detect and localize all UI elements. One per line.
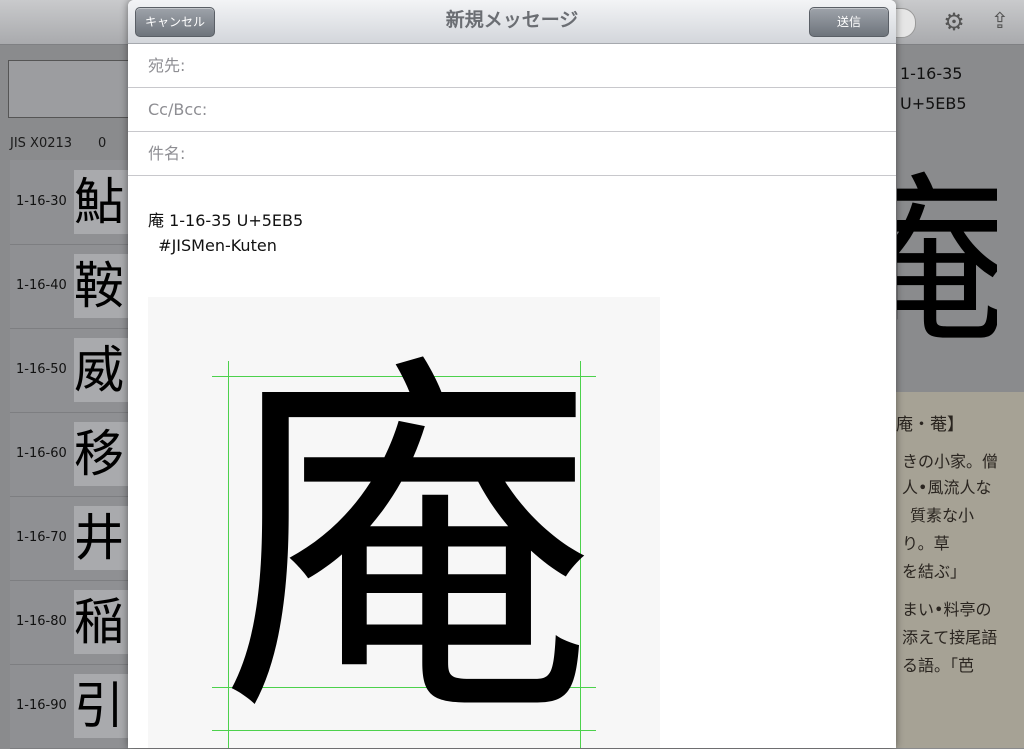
cancel-button[interactable]: キャンセル (135, 7, 215, 37)
row-code: 1-16-70 (16, 530, 67, 545)
dictionary-line: 添えて接尾語 (902, 628, 998, 647)
plane-count-label: 0 (98, 136, 107, 151)
row-glyph: 井 (74, 506, 134, 570)
row-glyph: 引 (74, 674, 134, 738)
detail-unicode: U+5EB5 (900, 94, 967, 113)
to-label: 宛先: (148, 56, 186, 75)
list-item[interactable]: 1-16-40 鞍 (10, 244, 134, 329)
cc-bcc-field[interactable]: Cc/Bcc: (128, 88, 896, 132)
compose-navbar: キャンセル 新規メッセージ 送信 (128, 0, 896, 44)
to-field[interactable]: 宛先: (128, 44, 896, 88)
mail-compose-sheet: キャンセル 新規メッセージ 送信 宛先: Cc/Bcc: 件名: 庵 1-16-… (128, 0, 896, 748)
row-glyph: 稲 (74, 590, 134, 654)
list-item[interactable]: 1-16-60 移 (10, 412, 134, 497)
dictionary-line: きの小家。僧 (902, 452, 999, 471)
dictionary-line: 質素な小 (910, 506, 975, 525)
detail-code: 1-16-35 (900, 64, 963, 83)
detail-glyph: 庵 (897, 168, 997, 358)
dictionary-line: る語。「芭 (902, 656, 975, 675)
row-glyph: 鮎 (74, 170, 134, 234)
detail-glyph-char: 庵 (897, 168, 997, 358)
list-item[interactable]: 1-16-90 引 (10, 664, 134, 749)
attachment-image[interactable]: 庵 (148, 297, 660, 748)
share-icon[interactable]: ⇪ (986, 8, 1014, 36)
send-button[interactable]: 送信 (809, 7, 889, 37)
cc-bcc-label: Cc/Bcc: (148, 100, 208, 119)
dictionary-line: り。草 (902, 534, 950, 553)
row-code: 1-16-90 (16, 698, 67, 713)
row-code: 1-16-30 (16, 194, 67, 209)
row-code: 1-16-50 (16, 362, 67, 377)
message-body[interactable]: 庵 1-16-35 U+5EB5 #JISMen-Kuten (148, 208, 303, 258)
row-glyph: 移 (74, 422, 134, 486)
jis-standard-label: JIS X0213 (10, 136, 73, 151)
row-code: 1-16-80 (16, 614, 67, 629)
subject-field[interactable]: 件名: (128, 132, 896, 176)
body-line: #JISMen-Kuten (148, 236, 277, 255)
row-code: 1-16-60 (16, 446, 67, 461)
list-item[interactable]: 1-16-50 威 (10, 328, 134, 413)
attachment-glyph: 庵 (220, 327, 596, 748)
row-glyph: 鞍 (74, 254, 134, 318)
row-glyph: 威 (74, 338, 134, 402)
search-box[interactable] (8, 60, 132, 118)
dictionary-line: を結ぶ」 (902, 562, 967, 581)
list-item[interactable]: 1-16-80 稲 (10, 580, 134, 665)
character-list: 1-16-30 鮎 1-16-40 鞍 1-16-50 威 1-16-60 移 … (10, 160, 134, 749)
body-line: 庵 1-16-35 U+5EB5 (148, 211, 304, 230)
compose-title: 新規メッセージ (445, 9, 579, 31)
gear-icon[interactable]: ⚙ (940, 8, 968, 36)
dictionary-panel: 庵・菴】 きの小家。僧 人•風流人な 質素な小 り。草 を結ぶ」 まい•料亭の … (896, 392, 1024, 748)
dictionary-line: 人•風流人な (902, 478, 992, 497)
row-code: 1-16-40 (16, 278, 67, 293)
list-item[interactable]: 1-16-30 鮎 (10, 160, 134, 245)
subject-label: 件名: (148, 144, 186, 163)
dictionary-headword: 庵・菴】 (896, 415, 964, 435)
dictionary-line: まい•料亭の (902, 600, 992, 619)
list-item[interactable]: 1-16-70 井 (10, 496, 134, 581)
